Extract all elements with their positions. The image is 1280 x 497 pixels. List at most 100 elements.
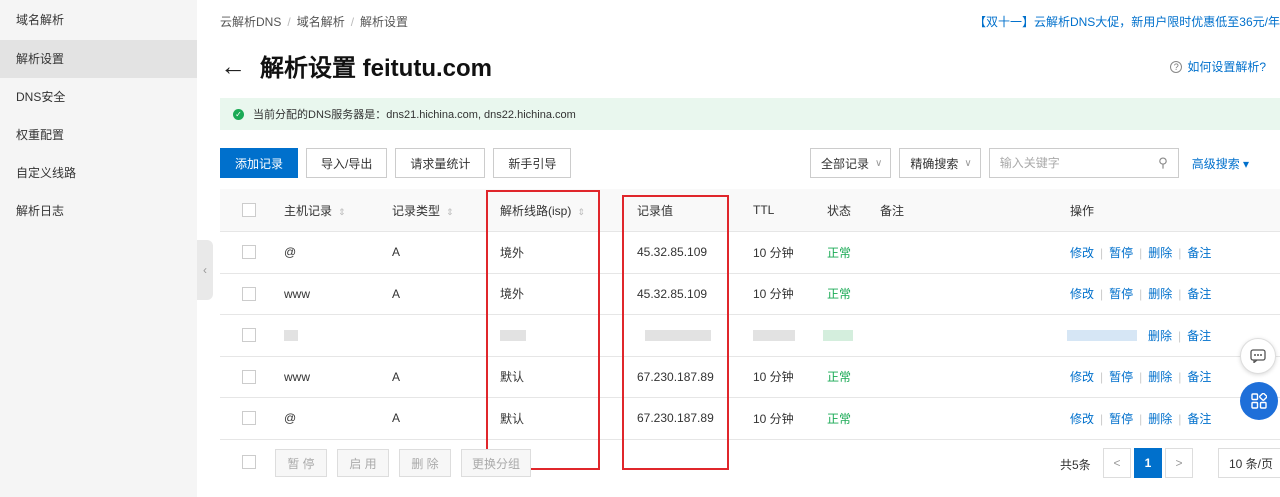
sidebar-item-domain-resolution[interactable]: 域名解析 [0,0,197,40]
breadcrumb: 云解析DNS / 域名解析 / 解析设置 [220,15,409,29]
import-export-button[interactable]: 导入/导出 [306,148,388,178]
edit-link[interactable]: 修改 [1070,370,1094,384]
redacted-block [284,329,298,341]
search-icon[interactable]: ⚲ [1158,155,1168,171]
total-count: 共5条 [1060,458,1091,472]
promo-link[interactable]: 【双十一】云解析DNS大促，新用户限时优惠低至36元/年 [974,13,1280,30]
page-button-current[interactable]: 1 [1134,448,1162,478]
header-type[interactable]: 记录类型 ⇕ [392,202,454,219]
breadcrumb-item: 解析设置 [360,15,409,29]
request-stats-button[interactable]: 请求量统计 [395,148,486,178]
redacted-block [1067,329,1137,341]
delete-link[interactable]: 删除 [1148,370,1172,384]
host-cell: www [284,286,310,301]
table-row: www A 境外 45.32.85.109 10 分钟 正常 修改 | 暂停 | 删除 |… [220,274,1280,315]
record-filter-value: 全部记录 [821,156,870,171]
remark-link[interactable]: 备注 [1187,287,1211,301]
header-ops: 操作 [1070,203,1095,218]
next-page-button[interactable]: > [1165,448,1193,478]
ttl-cell: 10 分钟 [753,287,794,302]
bulk-delete-button[interactable]: 删 除 [399,449,451,477]
select-all-checkbox[interactable] [242,203,256,217]
apps-grid-icon[interactable] [1240,382,1278,420]
page-size-select[interactable]: 10 条/页∨ [1218,448,1280,478]
remark-link[interactable]: 备注 [1187,412,1211,426]
status-cell: 正常 [827,245,852,260]
table-row-redacted: 删除 | 备注 [220,315,1280,357]
row-actions: 修改 | 暂停 | 删除 | 备注 [1070,245,1212,260]
row-checkbox[interactable] [242,286,256,301]
row-checkbox[interactable] [242,369,256,384]
sidebar-item-resolution-log[interactable]: 解析日志 [0,192,197,230]
chevron-down-icon: ∨ [875,157,883,169]
row-checkbox[interactable] [242,328,256,343]
pause-link[interactable]: 暂停 [1109,287,1133,301]
toolbar: 添加记录 导入/导出 请求量统计 新手引导 [220,148,579,178]
dns-server-banner: ✓ 当前分配的DNS服务器是：dns21.hichina.com, dns22.… [220,98,1280,130]
row-actions: 修改 | 暂停 | 删除 | 备注 [1070,411,1212,426]
redacted-block [823,329,853,341]
row-checkbox[interactable] [242,411,256,426]
table-row: @ A 境外 45.32.85.109 10 分钟 正常 修改 | 暂停 | 删除 | 备注 [220,232,1280,274]
edit-link[interactable]: 修改 [1070,246,1094,260]
sort-icon: ⇕ [446,206,454,217]
sidebar-item-custom-line[interactable]: 自定义线路 [0,154,197,192]
beginner-guide-button[interactable]: 新手引导 [493,148,572,178]
main-content: 云解析DNS / 域名解析 / 解析设置 【双十一】云解析DNS大促，新用户限时优惠低至… [197,0,1280,497]
footer-select-all-checkbox[interactable] [242,455,256,469]
ttl-cell: 10 分钟 [753,245,794,260]
delete-link[interactable]: 删除 [1148,329,1172,343]
delete-link[interactable]: 删除 [1148,246,1172,260]
bulk-enable-button[interactable]: 启 用 [337,449,389,477]
prev-page-button[interactable]: < [1103,448,1131,478]
remark-link[interactable]: 备注 [1187,329,1211,343]
search-box: ⚲ [988,148,1179,178]
edit-link[interactable]: 修改 [1070,412,1094,426]
search-input[interactable] [999,156,1140,170]
row-checkbox[interactable] [242,245,256,260]
type-cell: A [392,286,401,301]
host-cell: @ [284,411,297,426]
sidebar-item-weight-config[interactable]: 权重配置 [0,116,197,154]
sidebar-item-resolution-settings[interactable]: 解析设置 [0,40,197,78]
edit-link[interactable]: 修改 [1070,287,1094,301]
header-remark: 备注 [880,203,905,218]
delete-link[interactable]: 删除 [1148,287,1172,301]
pause-link[interactable]: 暂停 [1109,370,1133,384]
bulk-pause-button[interactable]: 暂 停 [275,449,327,477]
search-mode-select[interactable]: 精确搜索 ∨ [899,148,981,178]
pause-link[interactable]: 暂停 [1109,246,1133,260]
records-table: 主机记录 ⇕ 记录类型 ⇕ 解析线路(isp) ⇕ 记录值 TTL 状态 备注 操作 … [220,189,1280,440]
sidebar: 域名解析 解析设置 DNS安全 权重配置 自定义线路 解析日志 [0,0,197,497]
pause-link[interactable]: 暂停 [1109,412,1133,426]
table-row: www A 默认 67.230.187.89 10 分钟 正常 修改 | 暂停 | 删除… [220,357,1280,398]
status-cell: 正常 [827,370,852,385]
row-actions: 修改 | 暂停 | 删除 | 备注 [1070,287,1212,302]
dns-server-text: 当前分配的DNS服务器是：dns21.hichina.com, dns22.hi… [253,109,576,121]
page-size-value: 10 条/页 [1229,456,1274,471]
remark-link[interactable]: 备注 [1187,246,1211,260]
highlight-box-line [486,190,600,470]
search-mode-value: 精确搜索 [910,156,959,171]
ttl-cell: 10 分钟 [753,370,794,385]
breadcrumb-item[interactable]: 域名解析 [297,15,345,29]
delete-link[interactable]: 删除 [1148,412,1172,426]
help-link[interactable]: ? 如何设置解析? [1170,58,1266,75]
add-record-button[interactable]: 添加记录 [220,148,299,178]
row-actions: 修改 | 暂停 | 删除 | 备注 [1070,370,1212,385]
help-link-label: 如何设置解析? [1187,60,1266,74]
chat-icon[interactable] [1240,338,1276,374]
advanced-search-link[interactable]: 高级搜索 ▾ [1192,155,1249,172]
question-icon: ? [1170,60,1183,73]
header-host[interactable]: 主机记录 ⇕ [284,202,346,219]
header-ttl: TTL [753,203,775,217]
sidebar-item-dns-security[interactable]: DNS安全 [0,78,197,116]
remark-link[interactable]: 备注 [1187,370,1211,384]
highlight-box-value [622,195,729,470]
change-group-button[interactable]: 更换分组 [461,449,531,477]
breadcrumb-item[interactable]: 云解析DNS [220,15,281,29]
back-arrow-icon[interactable]: ← [220,53,246,79]
type-cell: A [392,369,401,384]
page-header: ← 解析设置 feitutu.com [220,48,492,83]
record-filter-select[interactable]: 全部记录 ∨ [810,148,892,178]
